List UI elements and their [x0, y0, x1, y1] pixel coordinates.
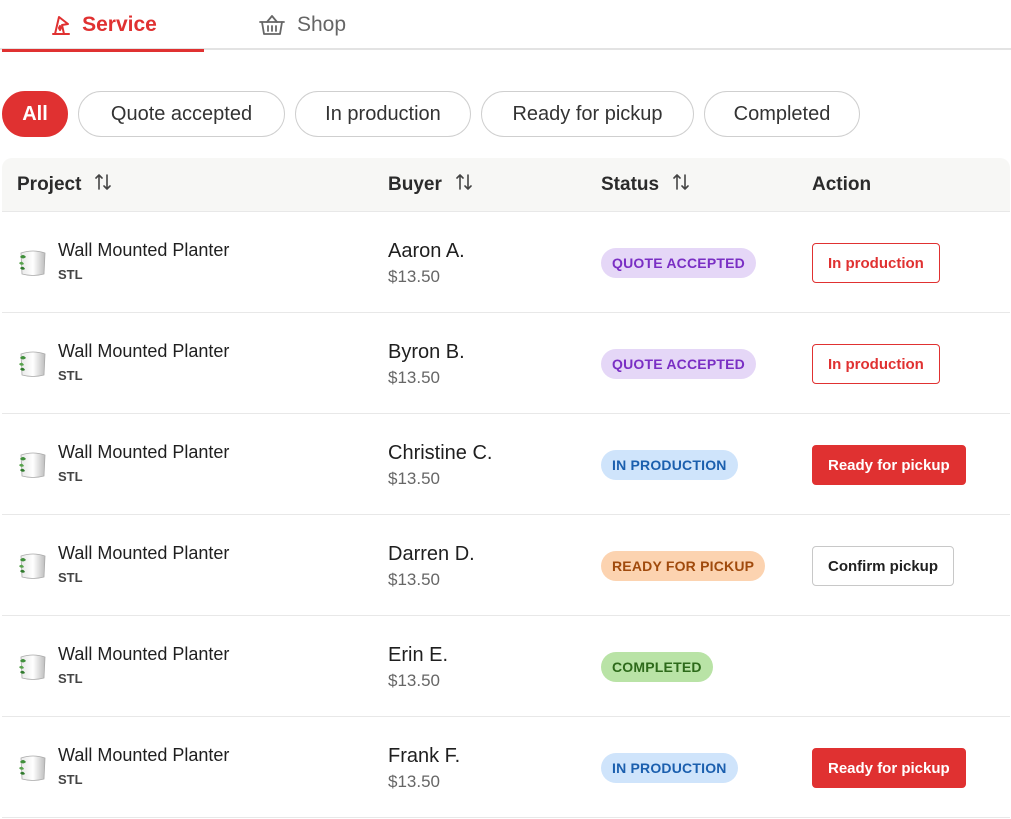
action-button[interactable]: Ready for pickup: [812, 748, 966, 788]
buyer-price: $13.50: [388, 671, 440, 690]
sort-icon[interactable]: [95, 173, 112, 197]
action-button[interactable]: Confirm pickup: [812, 546, 955, 586]
project-file-type: STL: [58, 671, 83, 686]
status-badge: QUOTE ACCEPTED: [601, 349, 756, 379]
column-buyer[interactable]: Buyer: [388, 158, 472, 212]
project-name[interactable]: Wall Mounted Planter: [58, 745, 229, 766]
buyer-name: Darren D.: [388, 543, 475, 565]
planter-thumbnail-icon: [17, 349, 49, 379]
buyer-price: $13.50: [388, 469, 440, 488]
action-button[interactable]: In production: [812, 243, 940, 283]
action-button[interactable]: Ready for pickup: [812, 445, 966, 485]
project-name[interactable]: Wall Mounted Planter: [58, 442, 229, 463]
column-project-label: Project: [17, 174, 82, 195]
filter-all[interactable]: All: [2, 91, 68, 137]
project-file-type: STL: [58, 267, 83, 282]
buyer-price: $13.50: [388, 772, 440, 791]
top-tabs: Service Shop: [0, 0, 1011, 52]
project-name[interactable]: Wall Mounted Planter: [58, 644, 229, 665]
buyer-name: Christine C.: [388, 442, 493, 464]
column-action-label: Action: [812, 174, 872, 195]
table-row: Wall Mounted Planter STL Christine C. $13.5…: [2, 414, 1010, 515]
tab-service[interactable]: Service: [2, 0, 204, 52]
filter-in-production[interactable]: In production: [295, 91, 471, 137]
planter-thumbnail-icon: [17, 450, 49, 480]
status-badge: IN PRODUCTION: [601, 450, 738, 480]
planter-thumbnail-icon: [17, 551, 49, 581]
buyer-name: Frank F.: [388, 745, 461, 767]
buyer-price: $13.50: [388, 267, 440, 286]
tab-service-label: Service: [82, 13, 157, 36]
status-badge: QUOTE ACCEPTED: [601, 248, 756, 278]
table-row: Wall Mounted Planter STL Darren D. $13.50 RE…: [2, 515, 1010, 616]
sort-icon[interactable]: [673, 173, 689, 197]
column-project[interactable]: Project: [17, 158, 112, 212]
project-file-type: STL: [58, 469, 83, 484]
project-file-type: STL: [58, 368, 83, 383]
filter-ready-for-pickup[interactable]: Ready for pickup: [481, 91, 694, 137]
column-status-label: Status: [601, 174, 660, 195]
wizard-hat-icon: [49, 13, 73, 37]
buyer-name: Erin E.: [388, 644, 449, 666]
project-file-type: STL: [58, 570, 83, 585]
buyer-price: $13.50: [388, 368, 440, 387]
buyer-name: Aaron A.: [388, 240, 465, 262]
sort-icon[interactable]: [456, 173, 472, 197]
project-name[interactable]: Wall Mounted Planter: [58, 341, 229, 362]
table-row: Wall Mounted Planter STL Aaron A. $13.50 QUO…: [2, 212, 1010, 313]
planter-thumbnail-icon: [17, 652, 49, 682]
column-status[interactable]: Status: [601, 158, 689, 212]
table-row: Wall Mounted Planter STL Erin E. $13.50 COMP…: [2, 616, 1010, 717]
action-button[interactable]: In production: [812, 344, 940, 384]
project-file-type: STL: [58, 772, 83, 787]
project-name[interactable]: Wall Mounted Planter: [58, 240, 229, 261]
filter-quote-accepted[interactable]: Quote accepted: [78, 91, 285, 137]
buyer-price: $13.50: [388, 570, 440, 589]
planter-thumbnail-icon: [17, 248, 49, 278]
table-header: Project Buyer Status Action: [2, 158, 1010, 212]
status-badge: READY FOR PICKUP: [601, 551, 766, 581]
project-name[interactable]: Wall Mounted Planter: [58, 543, 229, 564]
status-badge: IN PRODUCTION: [601, 753, 738, 783]
tab-shop-label: Shop: [297, 13, 347, 36]
table-row: Wall Mounted Planter STL Byron B. $13.50 QUO…: [2, 313, 1010, 414]
buyer-name: Byron B.: [388, 341, 465, 363]
column-buyer-label: Buyer: [388, 174, 442, 195]
tab-shop[interactable]: Shop: [258, 0, 368, 50]
basket-icon: [258, 13, 286, 37]
planter-thumbnail-icon: [17, 753, 49, 783]
status-badge: COMPLETED: [601, 652, 713, 682]
column-action: Action: [812, 158, 871, 212]
table-row: Wall Mounted Planter STL Frank F. $13.50 IN …: [2, 717, 1010, 818]
filter-completed[interactable]: Completed: [704, 91, 860, 137]
